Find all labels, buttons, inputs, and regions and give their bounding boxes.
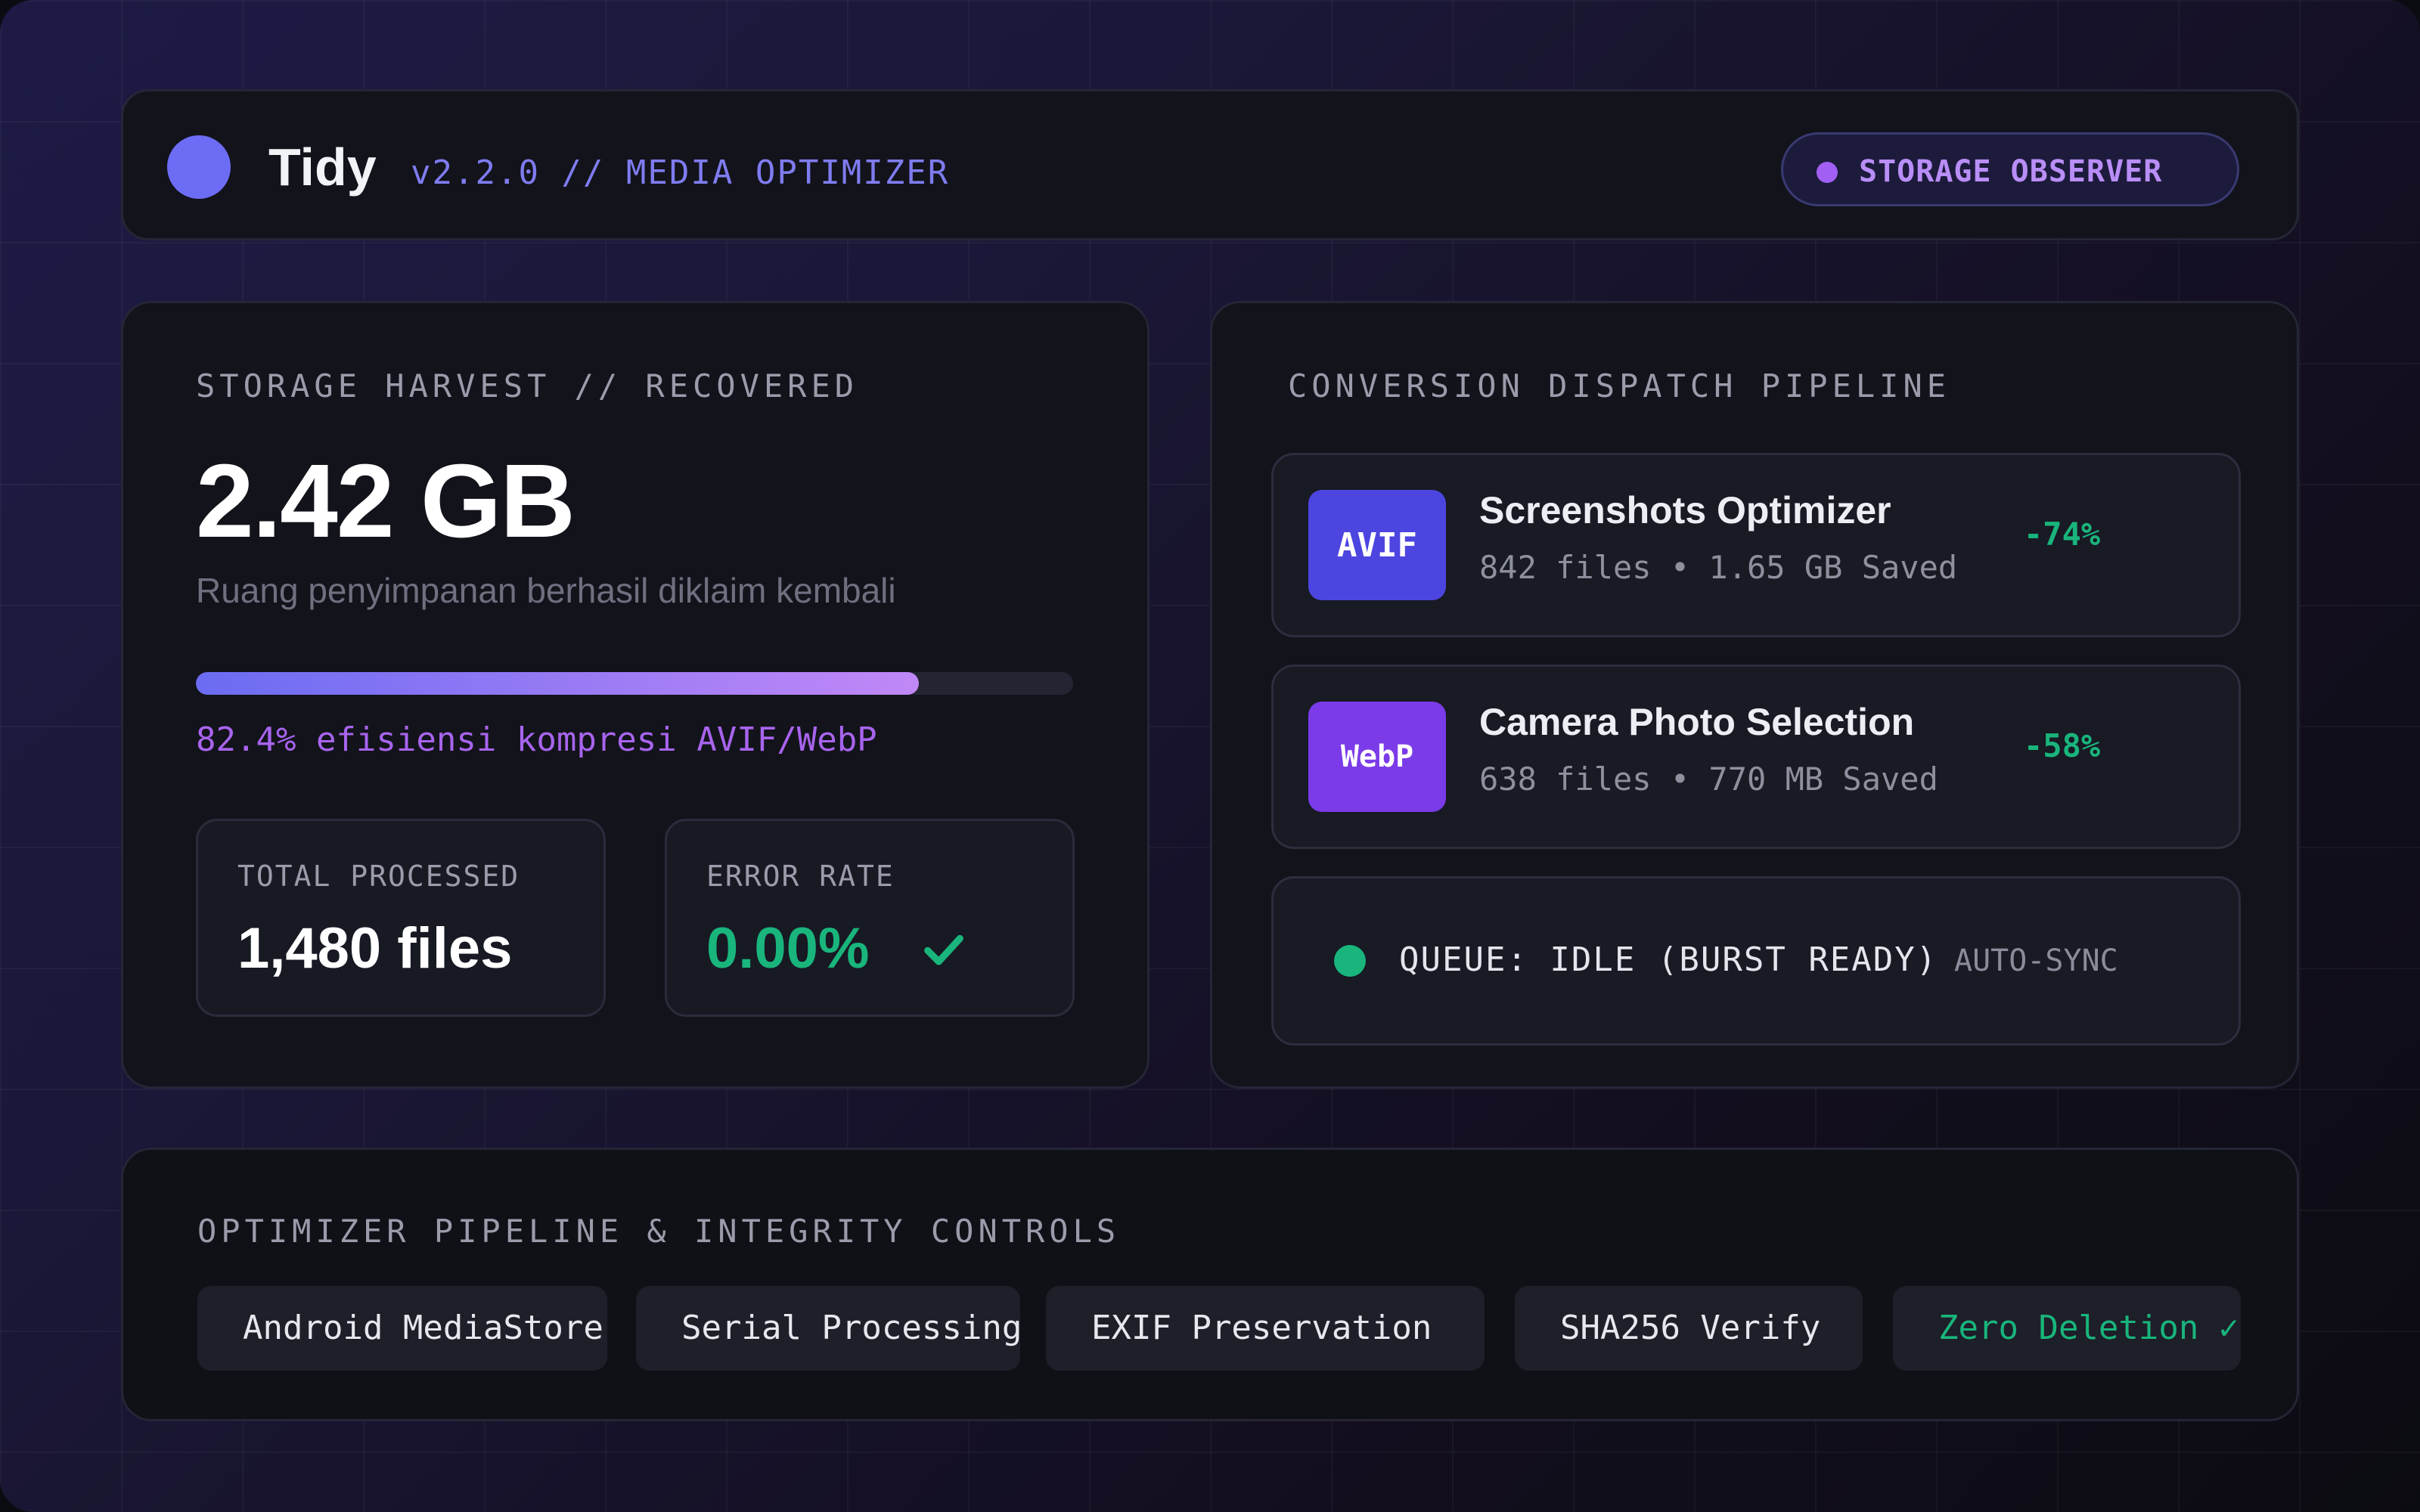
compression-progress-fill [196,672,919,695]
chip-serial-processing[interactable]: Serial Processing [636,1286,1020,1371]
error-rate-label: ERROR RATE [706,860,895,893]
total-processed-label: TOTAL PROCESSED [237,860,520,893]
pipeline-section-title: CONVERSION DISPATCH PIPELINE [1288,367,1951,404]
app-window: Tidy v2.2.0 // MEDIA OPTIMIZER STORAGE O… [0,0,2420,1512]
compression-progress-text: 82.4% efisiensi kompresi AVIF/WebP [196,720,877,759]
pipeline-item-webp[interactable]: WebP Camera Photo Selection 638 files • … [1271,665,2241,849]
pipeline-item-name: Screenshots Optimizer [1479,489,1891,531]
chip-sha256-verify[interactable]: SHA256 Verify [1515,1286,1863,1371]
storage-section-title: STORAGE HARVEST // RECOVERED [196,367,859,404]
error-rate-card: ERROR RATE 0.00% [665,819,1075,1017]
pipeline-item-reduction: -74% [2024,516,2101,553]
storage-harvest-panel: STORAGE HARVEST // RECOVERED 2.42 GB Rua… [121,301,1150,1089]
app-name: Tidy [268,138,377,197]
pipeline-item-name: Camera Photo Selection [1479,701,1915,743]
format-badge: AVIF [1308,490,1446,600]
queue-status-card: QUEUE: IDLE (BURST READY) AUTO-SYNC [1271,876,2241,1046]
chip-exif-preservation[interactable]: EXIF Preservation [1046,1286,1485,1371]
storage-observer-label: STORAGE OBSERVER [1859,154,2163,189]
logo-dot-icon [167,135,231,199]
status-dot-icon [1334,945,1366,977]
chip-zero-deletion[interactable]: Zero Deletion ✓ [1893,1286,2241,1371]
recovered-storage-value: 2.42 GB [196,443,576,559]
pipeline-item-meta: 842 files • 1.65 GB Saved [1479,549,1958,586]
total-processed-card: TOTAL PROCESSED 1,480 files [196,819,606,1017]
app-version-subtitle: v2.2.0 // MEDIA OPTIMIZER [411,153,950,192]
queue-status-text: QUEUE: IDLE (BURST READY) [1399,940,1938,979]
status-dot-icon [1817,162,1838,183]
pipeline-item-avif[interactable]: AVIF Screenshots Optimizer 842 files • 1… [1271,453,2241,637]
storage-observer-button[interactable]: STORAGE OBSERVER [1781,132,2239,206]
conversion-pipeline-panel: CONVERSION DISPATCH PIPELINE AVIF Screen… [1210,301,2299,1089]
controls-section-title: OPTIMIZER PIPELINE & INTEGRITY CONTROLS [197,1213,1121,1250]
check-icon [924,934,963,965]
auto-sync-label: AUTO-SYNC [1954,943,2118,978]
total-processed-value: 1,480 files [237,916,513,981]
storage-description: Ruang penyimpanan berhasil diklaim kemba… [196,571,896,610]
error-rate-value: 0.00% [706,916,870,981]
format-badge: WebP [1308,702,1446,812]
chip-android-mediastore[interactable]: Android MediaStore [197,1286,607,1371]
integrity-controls-panel: OPTIMIZER PIPELINE & INTEGRITY CONTROLS … [121,1148,2299,1421]
pipeline-item-reduction: -58% [2024,727,2101,764]
header-bar: Tidy v2.2.0 // MEDIA OPTIMIZER STORAGE O… [121,89,2299,240]
pipeline-item-meta: 638 files • 770 MB Saved [1479,761,1938,798]
compression-progress-bar [196,672,1073,695]
